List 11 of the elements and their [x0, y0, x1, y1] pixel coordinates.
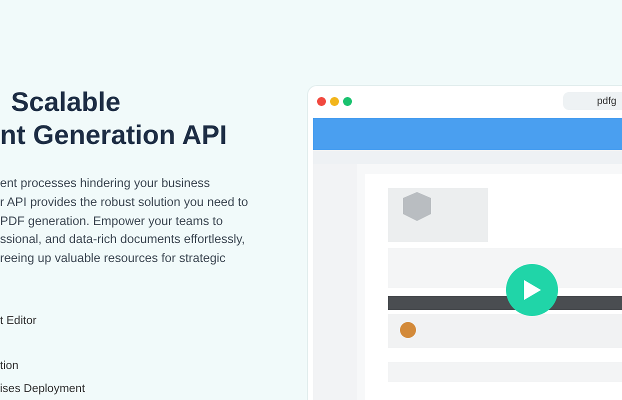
feature-item: tion — [0, 358, 20, 374]
address-bar[interactable]: pdfg — [563, 92, 622, 110]
close-dot-icon[interactable] — [317, 96, 326, 106]
maximize-dot-icon[interactable] — [343, 96, 352, 106]
minimize-dot-icon[interactable] — [330, 96, 339, 106]
feature-item: t Editor — [0, 314, 38, 329]
heading-line: nt Generation API — [0, 119, 228, 152]
play-icon — [522, 278, 542, 301]
heading-line: Scalable — [11, 86, 122, 119]
feature-item: ises Deployment — [0, 382, 86, 397]
description-paragraph: ent processes hindering your business r API provides the robust solution you need to PDF generation. Empower your teams to ssional, and data-rich documents effortlessly, reeing up valuable resources for strategic — [0, 175, 250, 268]
